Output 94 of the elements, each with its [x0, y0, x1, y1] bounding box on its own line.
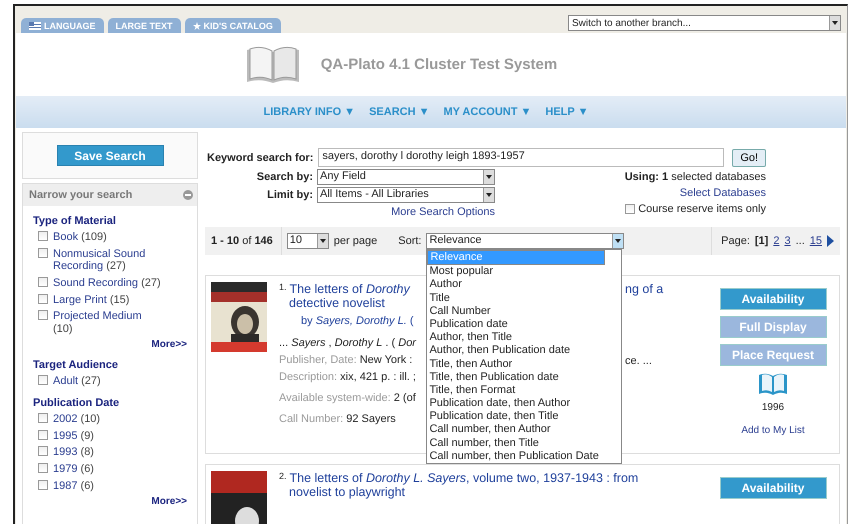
collapse-icon[interactable] — [183, 190, 193, 200]
checkbox[interactable] — [38, 430, 48, 440]
facet-heading: Type of Material — [33, 215, 117, 227]
keyword-field[interactable]: sayers, dorothy l dorothy leigh 1893-1957 — [318, 148, 724, 167]
branch-select[interactable]: Switch to another branch... — [568, 15, 841, 31]
facet-link[interactable]: Adult (27) — [53, 375, 163, 388]
result-title[interactable]: novelist to playwright — [279, 485, 406, 499]
field-value: 92 Sayers — [346, 413, 396, 425]
page-link[interactable]: 2 — [773, 235, 780, 247]
field-label: Search by: — [256, 170, 313, 185]
facet-link[interactable]: Nonmusical Sound Recording (27) — [53, 248, 163, 273]
menu-option[interactable]: Title, then Format — [427, 384, 622, 398]
author-link[interactable]: by Sayers, Dorothy L. ( — [279, 315, 414, 327]
page-link[interactable]: 3 — [784, 235, 791, 247]
sort-select[interactable]: Relevance — [426, 233, 624, 249]
result-title[interactable]: ng of a — [625, 282, 664, 296]
field-label: Keyword search for: — [207, 152, 314, 164]
panel-title: Narrow your search — [29, 189, 132, 201]
checkbox[interactable] — [38, 276, 48, 287]
menu-option[interactable]: Author, then Title — [427, 331, 622, 344]
facet-link[interactable]: 1993 (8) — [53, 446, 163, 460]
checkbox-label: Course reserve items only — [638, 203, 766, 215]
flag-icon — [29, 22, 41, 30]
checkbox[interactable] — [38, 248, 48, 258]
field-label: Publisher, Date: — [279, 354, 357, 366]
checkbox[interactable] — [38, 294, 48, 304]
menu-option[interactable]: Call number, then Title — [427, 436, 622, 450]
checkbox[interactable] — [38, 463, 48, 474]
page-link[interactable]: [1] — [754, 235, 768, 247]
page-link[interactable]: 15 — [810, 235, 822, 247]
field-label: Description: — [279, 371, 338, 383]
menu-option[interactable]: Title — [427, 292, 622, 305]
facet-link[interactable]: 2002 (10) — [53, 413, 163, 426]
menu-option[interactable]: Call number, then Author — [427, 423, 622, 437]
result-title[interactable]: The letters of Dorothy — [290, 282, 410, 296]
facet-link[interactable]: Projected Medium (10) — [53, 310, 163, 336]
facet-heading: Target Audience — [33, 359, 119, 372]
facet-link[interactable]: 1979 (6) — [53, 463, 163, 476]
menu-option[interactable]: Title, then Publication date — [427, 370, 622, 384]
checkbox[interactable] — [38, 480, 48, 490]
result-title[interactable]: The letters of Dorothy L. Sayers, volume two, 1937-1943 : from — [290, 471, 638, 485]
menu-option[interactable]: Title, then Author — [427, 358, 622, 371]
facet-link[interactable]: Book (109) — [53, 231, 163, 244]
ellipsis: ... — [796, 235, 805, 247]
menu-option[interactable]: Publication date, then Title — [427, 410, 622, 424]
field-value: xix, 421 p. : ill. ; — [340, 371, 416, 383]
facet-link[interactable]: Large Print (15) — [53, 294, 163, 306]
search-by-select[interactable]: Any Field — [317, 169, 495, 185]
open-book-icon — [244, 46, 301, 84]
result-number: 1. — [279, 282, 287, 292]
menu-option[interactable]: Author, then Publication date — [427, 344, 622, 358]
field-label: Available system-wide: — [279, 392, 391, 404]
checkbox[interactable] — [38, 413, 48, 424]
per-page-select[interactable]: 10 — [286, 233, 329, 249]
facet-link[interactable]: 1987 (6) — [53, 480, 163, 492]
menu-option[interactable]: Call number, then Publication Date — [427, 450, 622, 463]
next-page-icon[interactable] — [827, 235, 834, 247]
menu-option[interactable]: Call Number — [427, 304, 622, 318]
sort-label: Sort: — [398, 235, 422, 247]
result-title[interactable]: detective novelist — [279, 296, 385, 310]
more-link[interactable]: More>> — [151, 339, 187, 350]
result-number: 2. — [279, 471, 287, 481]
add-to-list-link[interactable]: Add to My List — [741, 425, 805, 436]
checkbox[interactable] — [38, 231, 48, 241]
menu-option[interactable]: Publication date, then Author — [427, 397, 622, 410]
year-text: 1996 — [762, 402, 784, 413]
menu-option[interactable]: Most popular — [427, 265, 622, 278]
checkbox[interactable] — [625, 204, 636, 214]
menu-option[interactable]: Author — [427, 278, 622, 292]
facet-link[interactable]: Sound Recording (27) — [53, 276, 163, 290]
per-page-label: per page — [334, 235, 378, 247]
facet-heading: Publication Date — [33, 397, 120, 410]
star-icon — [192, 22, 201, 30]
page-label: Page: — [721, 235, 750, 247]
more-options-link[interactable]: More Search Options — [391, 206, 495, 218]
select-databases-link[interactable]: Select Databases — [680, 187, 766, 199]
site-title: QA-Plato 4.1 Cluster Test System — [320, 56, 558, 73]
checkbox[interactable] — [38, 446, 48, 456]
book-icon — [758, 372, 788, 396]
checkbox[interactable] — [38, 375, 48, 386]
limit-by-select[interactable]: All Items - All Libraries — [317, 187, 495, 203]
more-link[interactable]: More>> — [151, 496, 187, 508]
field-label: Call Number: — [279, 413, 344, 425]
field-label: Limit by: — [267, 188, 313, 203]
result-count: 1 - 10 of 146 — [211, 235, 273, 247]
menu-option[interactable]: Publication date — [427, 318, 622, 332]
snippet: ce. ... — [625, 355, 652, 367]
field-value: New York : — [360, 354, 412, 366]
snippet: ... Sayers , Dorothy L . ( Dor — [279, 337, 416, 349]
databases-text: Using: 1 selected databases — [624, 171, 766, 183]
go-button[interactable]: Go! — [732, 148, 766, 166]
field-value: 2 (of — [394, 392, 416, 404]
checkbox[interactable] — [38, 310, 48, 320]
facet-link[interactable]: 1995 (9) — [53, 430, 163, 442]
